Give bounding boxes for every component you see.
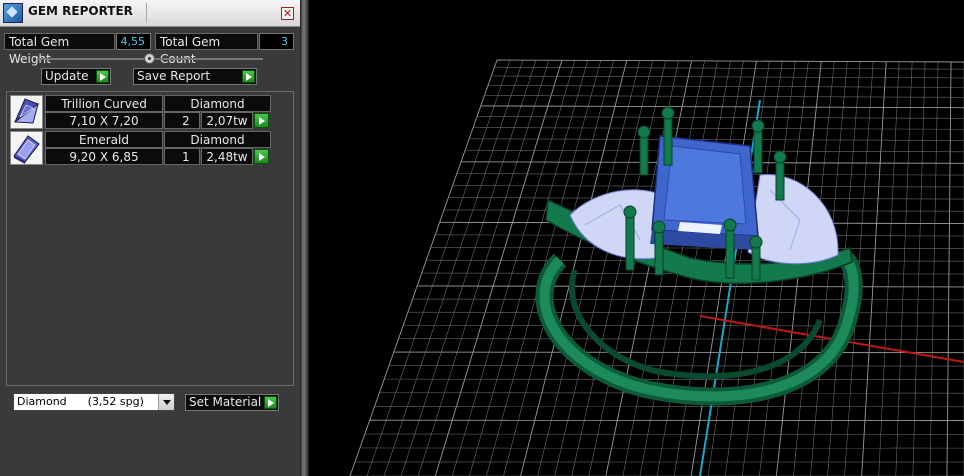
total-gem-count-label: Total Gem Count [155, 33, 258, 66]
gem-size: 7,10 X 7,20 [45, 112, 163, 129]
gem-weight: 2,48tw [201, 148, 253, 165]
gem-reporter-icon [3, 3, 23, 23]
panel-title: GEM REPORTER [28, 4, 133, 18]
gem-count: 1 [164, 148, 200, 165]
set-material-button[interactable]: Set Material [185, 394, 279, 411]
gem-name: Trillion Curved [45, 95, 163, 112]
3d-viewport[interactable] [309, 0, 964, 476]
chevron-down-icon[interactable] [158, 394, 174, 410]
gem-detail-button[interactable] [254, 149, 269, 164]
gem-material: Diamond [164, 95, 271, 112]
material-select-value: Diamond (3,52 spg) [17, 395, 144, 408]
gem-reporter-panel: GEM REPORTER ✕ Total Gem Weight 4,55 Tot… [0, 0, 300, 476]
title-separator [146, 3, 147, 23]
save-report-button-label: Save Report [137, 69, 211, 83]
save-report-button[interactable]: Save Report [133, 68, 257, 85]
gem-list: Trillion Curved Diamond 7,10 X 7,20 2 2,… [6, 91, 294, 386]
panel-splitter[interactable] [300, 0, 309, 476]
gem-name: Emerald [45, 131, 163, 148]
total-gem-weight-label: Total Gem Weight [4, 33, 115, 66]
gem-size: 9,20 X 6,85 [45, 148, 163, 165]
gem-count: 2 [164, 112, 200, 129]
slider-handle[interactable] [144, 53, 155, 64]
play-icon [254, 149, 269, 164]
material-select[interactable]: Diamond (3,52 spg) [13, 393, 175, 411]
viewport-scene [349, 59, 964, 476]
play-icon [96, 70, 109, 83]
total-gem-weight-value: 4,55 [116, 33, 151, 50]
title-bar: GEM REPORTER ✕ [0, 0, 300, 27]
set-material-button-label: Set Material [189, 395, 262, 409]
play-icon [254, 113, 269, 128]
update-button[interactable]: Update [41, 68, 111, 85]
trillion-gem-icon [10, 95, 43, 129]
close-icon[interactable]: ✕ [281, 7, 294, 20]
gem-detail-button[interactable] [254, 113, 269, 128]
gem-row[interactable]: Emerald Diamond 9,20 X 6,85 1 2,48tw [10, 131, 272, 165]
gem-weight: 2,07tw [201, 112, 253, 129]
gem-material: Diamond [164, 131, 271, 148]
play-icon [242, 70, 255, 83]
emerald-gem-icon [10, 131, 43, 165]
gem-row[interactable]: Trillion Curved Diamond 7,10 X 7,20 2 2,… [10, 95, 272, 129]
total-gem-count-value: 3 [259, 33, 294, 50]
update-button-label: Update [45, 69, 89, 83]
play-icon [264, 396, 277, 409]
